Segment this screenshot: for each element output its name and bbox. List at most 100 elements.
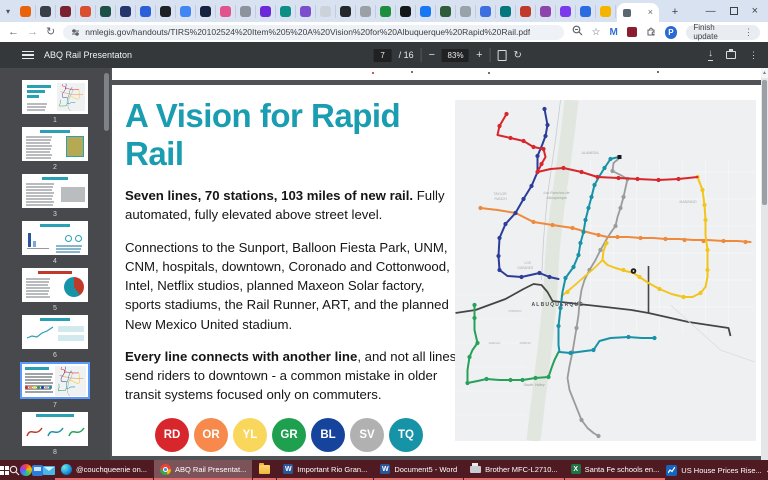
close-button[interactable]: ×	[752, 5, 758, 17]
svg-text:LOS: LOS	[525, 261, 531, 265]
taskbar-app-excel-santa-fe-schools-e[interactable]: XSanta Fe schools en...	[565, 460, 666, 480]
site-info-icon[interactable]	[71, 28, 80, 37]
zoom-in-button[interactable]: +	[476, 50, 482, 61]
forward-button[interactable]: →	[27, 27, 38, 38]
pinned-tab[interactable]	[396, 5, 416, 18]
page-thumbnail-8[interactable]	[22, 412, 88, 446]
browser-menu-icon[interactable]: ⋮	[744, 27, 753, 38]
taskbar-app-word-document5-word[interactable]: WDocument5 - Word	[374, 460, 463, 480]
scroll-up-arrow[interactable]: ▲	[761, 68, 768, 78]
page-thumbnail-5[interactable]	[22, 268, 88, 302]
finish-update-button[interactable]: Finish update ⋮	[686, 25, 760, 40]
pinned-tab[interactable]	[156, 5, 176, 18]
taskbar-search-icon[interactable]	[9, 460, 20, 480]
page-thumbnail-3[interactable]	[22, 174, 88, 208]
pdf-more-button[interactable]: ⋮	[749, 50, 758, 61]
news-widget[interactable]: US House Prices Rise...	[666, 465, 761, 476]
reload-button[interactable]: ↻	[46, 27, 55, 38]
back-button[interactable]: ←	[8, 27, 19, 38]
bookmark-star-icon[interactable]: ☆	[592, 27, 601, 38]
pdf-viewer: A Vision for Rapid Rail Seven lines, 70 …	[110, 68, 768, 460]
pinned-tab-favicon	[540, 6, 551, 17]
shield-extension-icon[interactable]	[627, 27, 637, 37]
zoom-indicator-icon[interactable]	[572, 23, 583, 41]
download-button[interactable]: ↓	[708, 49, 713, 61]
fit-page-button[interactable]	[498, 50, 507, 61]
maximize-button[interactable]	[730, 7, 738, 15]
pinned-tab[interactable]	[316, 5, 336, 18]
taskbar-apps: @couchqueenie on...ABQ Rail Presentat...…	[55, 460, 666, 480]
scrollbar-thumb[interactable]	[762, 80, 767, 205]
pinned-tab[interactable]	[516, 5, 536, 18]
taskbar-app-printer-brother-mfc-l2710-[interactable]: Brother MFC-L2710...	[464, 460, 564, 480]
page-thumbnail-4[interactable]	[22, 221, 88, 255]
pinned-tab[interactable]	[256, 5, 276, 18]
pinned-tab[interactable]	[176, 5, 196, 18]
extensions-puzzle-icon[interactable]	[646, 23, 656, 41]
pinned-tab-favicon	[100, 6, 111, 17]
pinned-tab[interactable]	[296, 5, 316, 18]
profile-avatar[interactable]: P	[665, 26, 678, 39]
pinned-tab[interactable]	[276, 5, 296, 18]
pinned-tab-favicon	[340, 6, 351, 17]
page-thumbnail-2[interactable]	[22, 127, 88, 161]
pinned-tab[interactable]	[576, 5, 596, 18]
pdf-menu-icon[interactable]	[22, 51, 34, 60]
taskbar-app-edge--couchqueenie-on-[interactable]: @couchqueenie on...	[55, 460, 153, 480]
pinned-tab[interactable]	[236, 5, 256, 18]
svg-text:RANCH: RANCH	[495, 197, 508, 201]
svg-text:Albuquerque: Albuquerque	[546, 196, 567, 200]
minimize-button[interactable]: —	[706, 6, 716, 17]
new-tab-button[interactable]: +	[668, 5, 682, 19]
pinned-tab[interactable]	[476, 5, 496, 18]
page-number-input[interactable]: 7	[374, 49, 392, 62]
tab-close-icon[interactable]: ×	[648, 8, 653, 17]
active-tab[interactable]: ×	[617, 3, 659, 22]
page-total: / 16	[399, 50, 414, 60]
print-button[interactable]	[726, 51, 736, 59]
page-thumbnail-7[interactable]	[20, 362, 90, 399]
thumbnail-page-number: 6	[53, 352, 57, 359]
pinned-tab[interactable]	[456, 5, 476, 18]
pinned-tab[interactable]	[96, 5, 116, 18]
monitor-app-icon[interactable]	[32, 460, 43, 480]
pinned-tab[interactable]	[36, 5, 56, 18]
pinned-tab[interactable]	[336, 5, 356, 18]
pinned-tab[interactable]	[216, 5, 236, 18]
pinned-tab[interactable]	[536, 5, 556, 18]
pinned-tab[interactable]	[56, 5, 76, 18]
page-thumbnail-6[interactable]	[22, 315, 88, 349]
m-extension-icon[interactable]: M	[609, 27, 617, 38]
pinned-tab[interactable]	[136, 5, 156, 18]
pinned-tab[interactable]	[196, 5, 216, 18]
viewer-scrollbar[interactable]: ▲	[761, 68, 768, 460]
mail-app-icon[interactable]	[43, 460, 55, 480]
pinwheel-app-icon[interactable]	[20, 460, 32, 480]
tab-list-caret-icon[interactable]: ▾	[0, 7, 16, 16]
previous-page-bottom	[112, 68, 761, 80]
pinned-tab[interactable]	[376, 5, 396, 18]
start-button[interactable]	[0, 460, 9, 480]
pinned-tab[interactable]	[556, 5, 576, 18]
pinned-tab[interactable]	[116, 5, 136, 18]
pinned-tab-favicon	[240, 6, 251, 17]
pinned-tab[interactable]	[76, 5, 96, 18]
thumbnail-item-1: 1	[22, 80, 88, 124]
svg-text:ARMIJO: ARMIJO	[520, 341, 532, 345]
pinned-tab[interactable]	[356, 5, 376, 18]
pinned-tab[interactable]	[596, 5, 616, 18]
taskbar-app-word-important-rio-gran[interactable]: WImportant Rio Gran...	[277, 460, 373, 480]
pinned-tab[interactable]	[496, 5, 516, 18]
zoom-level[interactable]: 83%	[442, 49, 469, 62]
taskbar-app-folder[interactable]	[253, 460, 276, 480]
pinned-tab[interactable]	[16, 5, 36, 18]
sidebar-scrollbar[interactable]	[104, 73, 109, 131]
address-bar[interactable]: nmlegis.gov/handouts/TIRS%20102524%20Ite…	[63, 25, 563, 40]
rotate-button[interactable]: ↻	[514, 50, 522, 61]
page-thumbnail-1[interactable]	[22, 80, 88, 114]
taskbar-app-chrome-abq-rail-presentat[interactable]: ABQ Rail Presentat...	[154, 460, 252, 480]
pinned-tab[interactable]	[436, 5, 456, 18]
pinned-tab[interactable]	[416, 5, 436, 18]
zoom-out-button[interactable]: −	[429, 50, 435, 61]
browser-tab-strip: ▾ × + — ×	[0, 0, 768, 22]
